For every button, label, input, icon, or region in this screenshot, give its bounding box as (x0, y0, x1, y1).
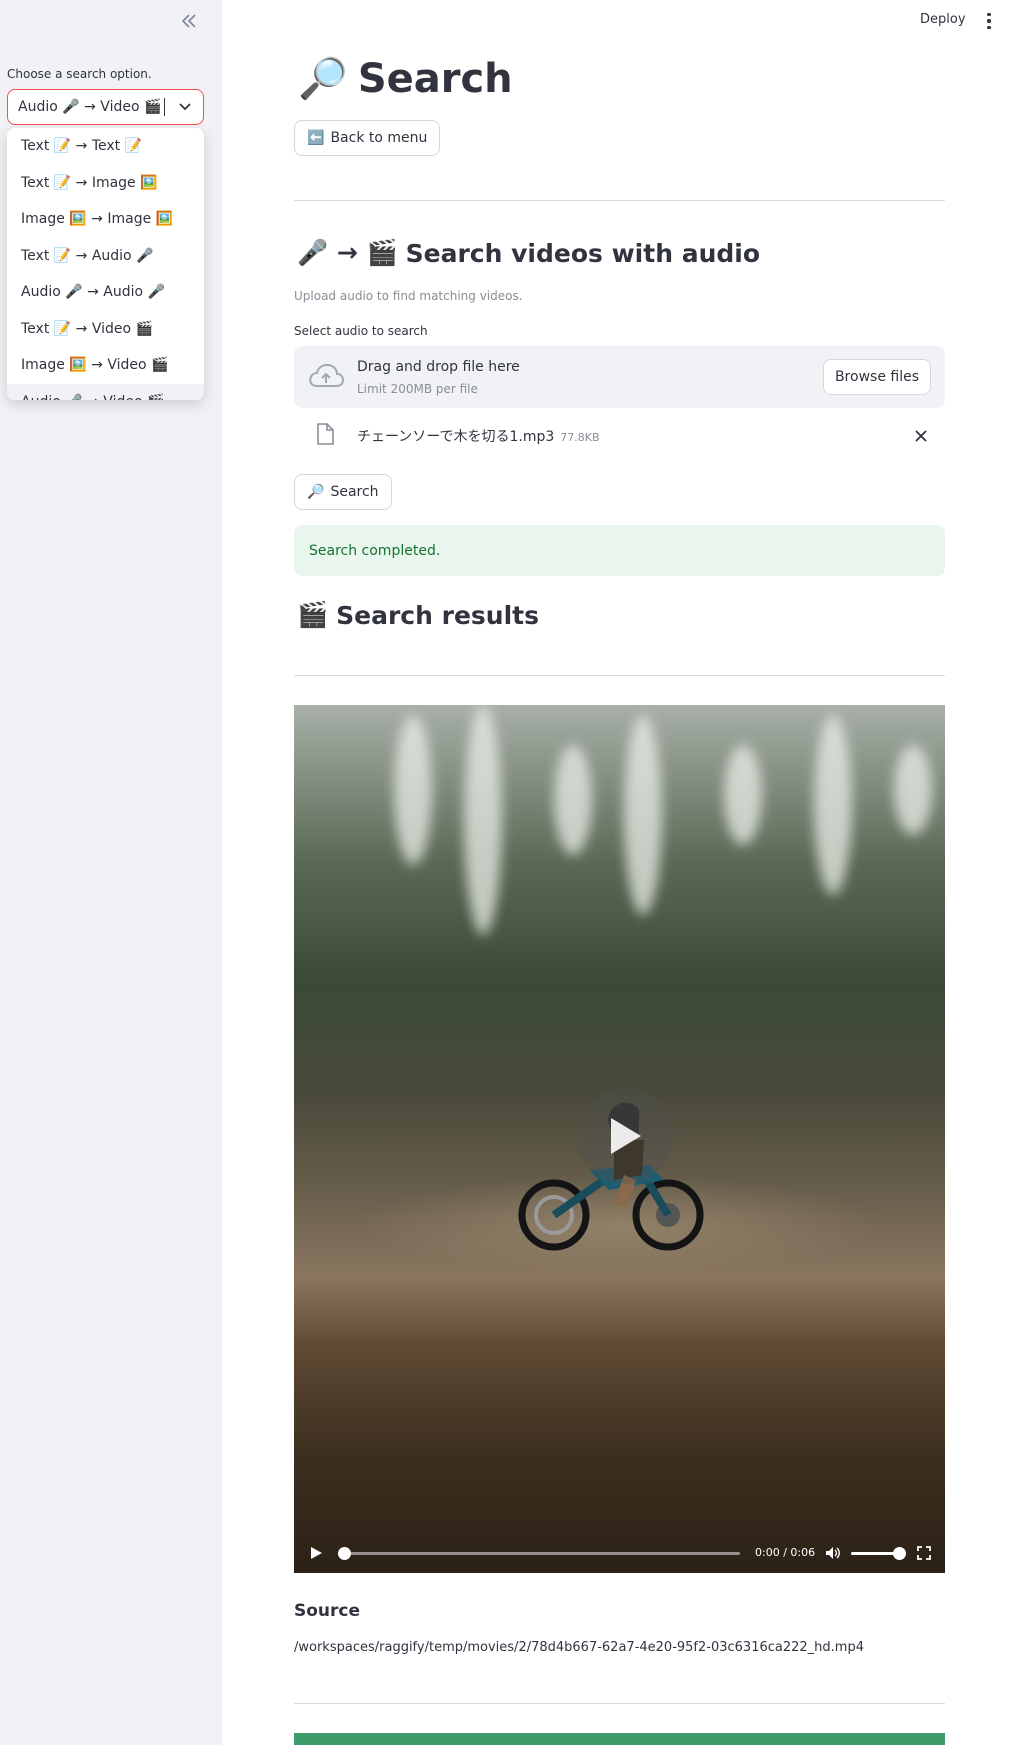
status-message: Search completed. (294, 525, 945, 576)
menu-option[interactable]: Text 📝 → Audio 🎤 (7, 238, 204, 275)
video-frame-detail (624, 715, 662, 915)
menu-option[interactable]: Audio 🎤 → Audio 🎤 (7, 274, 204, 311)
menu-option-selected[interactable]: Audio 🎤 → Video 🎬 (7, 383, 204, 400)
menu-option[interactable]: Text 📝 → Video 🎬 (7, 311, 204, 348)
menu-option[interactable]: Image 🖼️ → Image 🖼️ (7, 201, 204, 238)
limit-text: Limit 200MB per file (357, 382, 478, 396)
back-to-menu-button[interactable]: ⬅️ Back to menu (294, 120, 441, 156)
sidebar: Choose a search option. Audio 🎤 → Video … (0, 0, 222, 1745)
video-frame-detail (724, 745, 762, 845)
search-option-label: Choose a search option. (7, 67, 152, 81)
volume-icon[interactable] (825, 1546, 841, 1563)
magnifier-icon: 🔎 (307, 484, 325, 500)
file-uploader-dropzone[interactable]: Drag and drop file here Limit 200MB per … (294, 346, 945, 408)
uploader-label: Select audio to search (294, 324, 428, 338)
clapperboard-icon: 🎬 (297, 600, 329, 629)
divider (294, 675, 945, 676)
page-title-text: Search (357, 55, 513, 102)
file-name: チェーンソーで木を切る1.mp3 (357, 429, 555, 445)
search-option-select[interactable]: Audio 🎤 → Video 🎬 (7, 89, 204, 125)
file-icon (316, 423, 334, 449)
next-result-preview (294, 1733, 945, 1745)
fullscreen-icon[interactable] (917, 1546, 931, 1563)
results-title: Search results (336, 600, 539, 630)
volume-slider[interactable] (851, 1552, 899, 1555)
chevron-down-icon[interactable] (177, 99, 193, 115)
video-frame-detail (394, 715, 432, 865)
menu-option[interactable]: Text 📝 → Text 📝 (7, 128, 204, 165)
video-frame-detail (894, 745, 932, 835)
section-caption: Upload audio to find matching videos. (294, 289, 523, 303)
browse-files-button[interactable]: Browse files (822, 359, 931, 395)
divider (294, 1703, 945, 1704)
back-arrow-icon: ⬅️ (307, 130, 325, 146)
file-size: 77.8KB (560, 431, 600, 444)
video-frame-detail (554, 745, 592, 855)
back-to-menu-label: Back to menu (330, 130, 428, 146)
play-icon[interactable] (310, 1546, 323, 1563)
section-heading: 🎤 → 🎬 Search videos with audio (297, 238, 760, 268)
search-button[interactable]: 🔎 Search (294, 474, 392, 510)
section-title: Search videos with audio (405, 238, 761, 268)
source-path: /workspaces/raggify/temp/movies/2/78d4b6… (294, 1640, 864, 1655)
video-frame-detail (464, 705, 502, 935)
video-player[interactable]: 0:00 / 0:06 (294, 705, 945, 1573)
video-frame-detail (814, 715, 852, 895)
page-title: 🔎 Search (298, 55, 513, 103)
collapse-sidebar-icon[interactable] (178, 10, 200, 32)
search-button-label: Search (330, 484, 379, 500)
selected-option-text: Audio 🎤 → Video 🎬 (18, 99, 162, 115)
drop-text: Drag and drop file here (357, 359, 520, 375)
magnifier-icon: 🔎 (298, 56, 348, 102)
progress-bar[interactable] (344, 1552, 740, 1555)
kebab-menu-icon[interactable] (982, 10, 996, 32)
deploy-button[interactable]: Deploy (920, 12, 966, 27)
menu-option[interactable]: Text 📝 → Image 🖼️ (7, 165, 204, 202)
cloud-upload-icon (308, 362, 345, 394)
play-overlay-button[interactable] (577, 1088, 673, 1184)
video-time: 0:00 / 0:06 (755, 1546, 816, 1559)
results-heading: 🎬 Search results (297, 600, 539, 630)
uploaded-file-row: チェーンソーで木を切る1.mp3 77.8KB (294, 421, 945, 451)
text-caret (164, 98, 166, 116)
video-controls: 0:00 / 0:06 (294, 1533, 945, 1573)
close-icon[interactable] (914, 428, 928, 447)
menu-option[interactable]: Image 🖼️ → Video 🎬 (7, 347, 204, 384)
divider (294, 200, 945, 201)
source-heading: Source (294, 1601, 361, 1621)
progress-thumb[interactable] (338, 1547, 351, 1560)
microphone-to-clapperboard-icon: 🎤 → 🎬 (297, 238, 398, 267)
volume-thumb[interactable] (893, 1547, 906, 1560)
search-option-menu: Text 📝 → Text 📝 Text 📝 → Image 🖼️ Image … (7, 128, 204, 400)
